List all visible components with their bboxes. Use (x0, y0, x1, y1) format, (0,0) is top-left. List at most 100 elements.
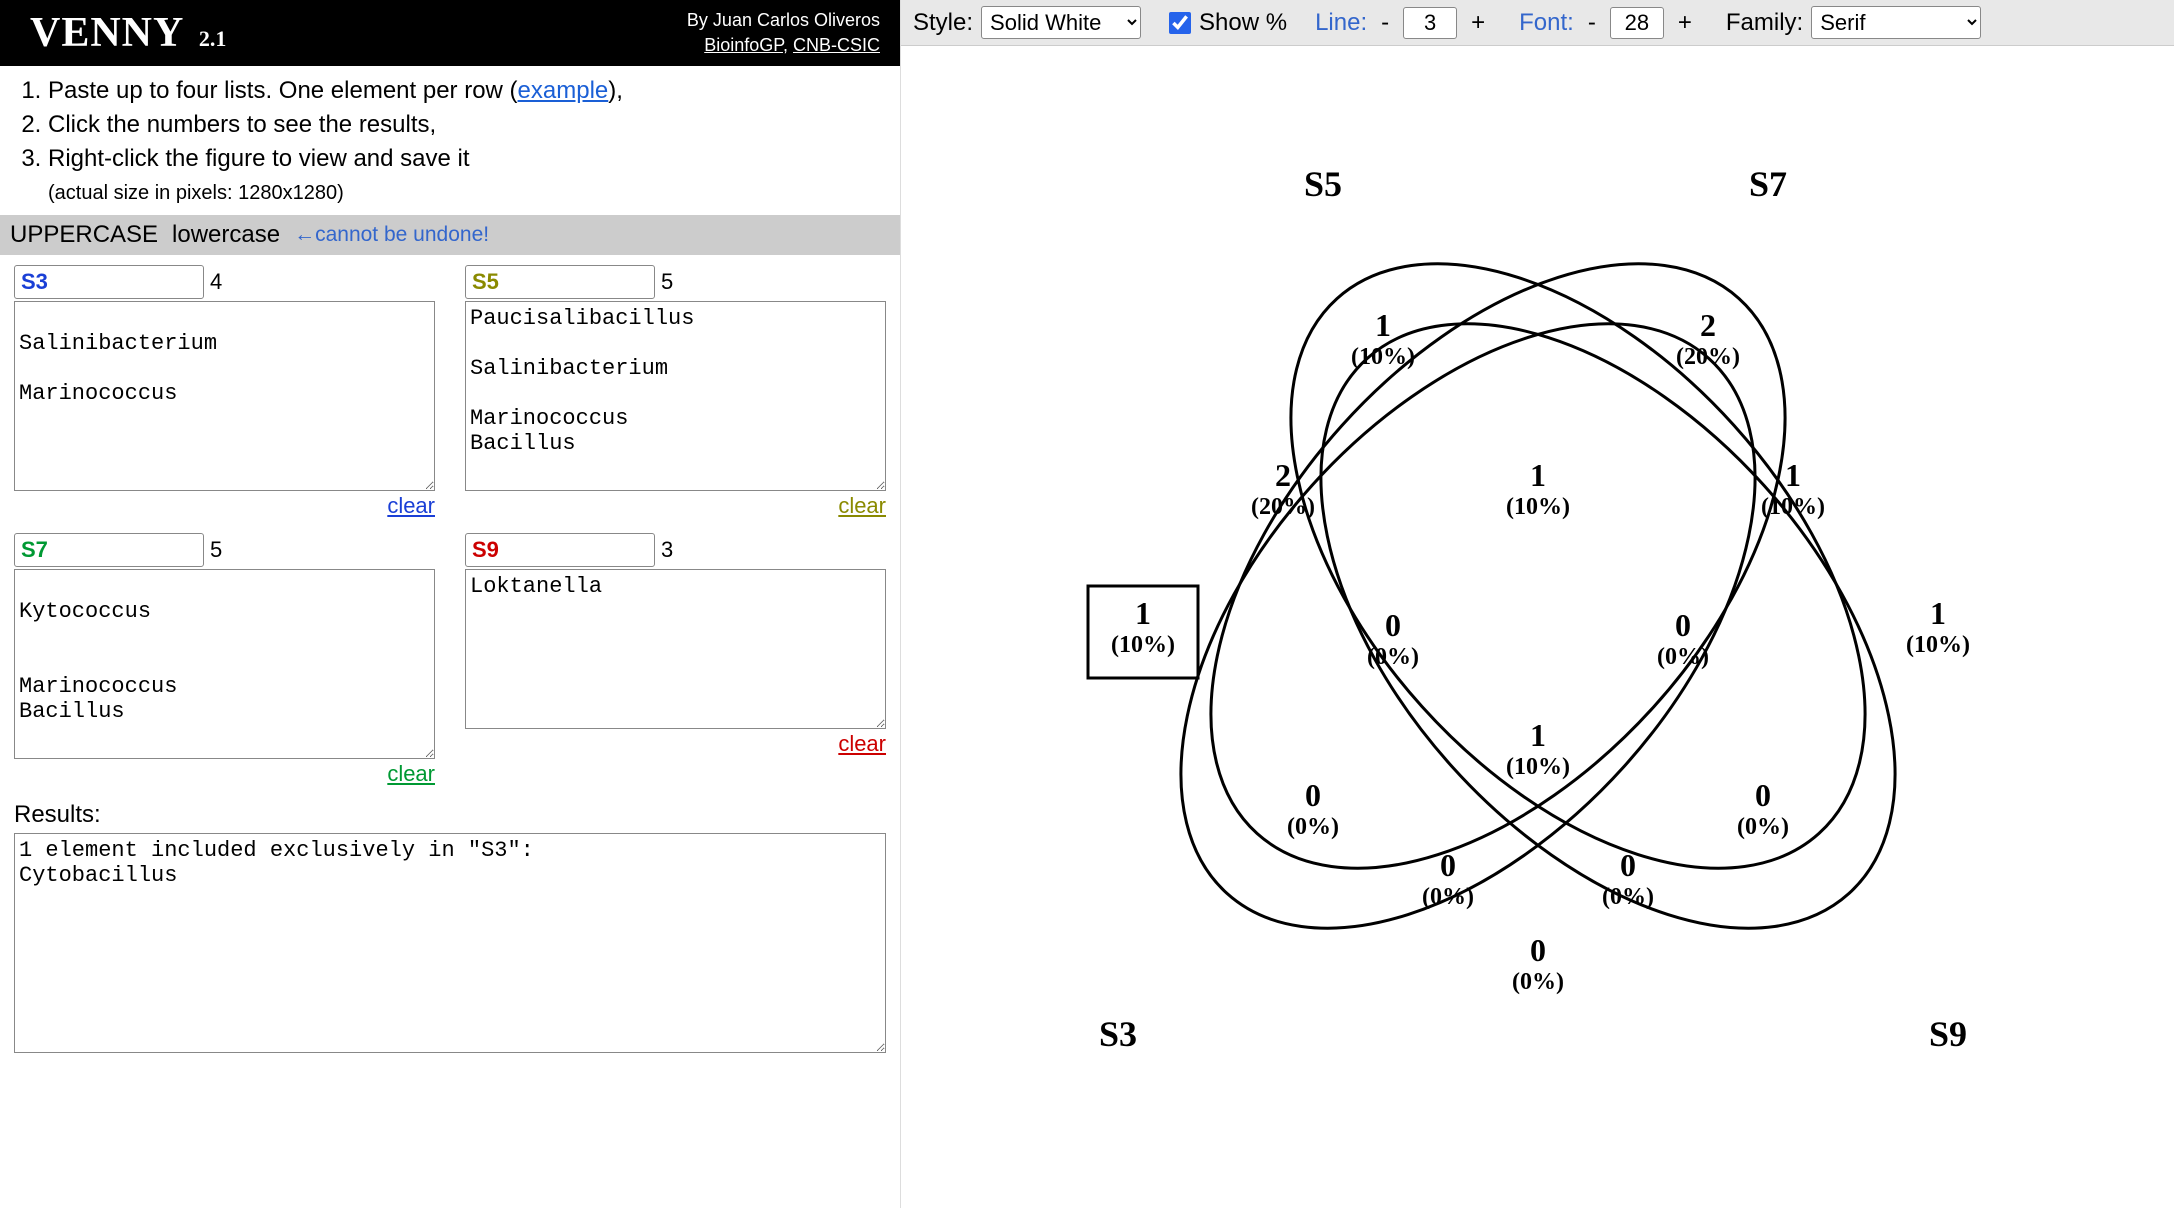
instruction-step-3: Right-click the figure to view and save … (48, 142, 880, 176)
list-name-input-s5[interactable] (465, 265, 655, 299)
region-s9-only[interactable]: 1 (10%) (1906, 595, 1970, 658)
set-label-s3: S3 (1098, 1014, 1136, 1054)
bioinfogp-link[interactable]: BioinfoGP (704, 35, 783, 55)
font-label: Font: (1519, 9, 1574, 37)
region-s3-s5-s7[interactable]: 0 (0%) (1367, 607, 1419, 670)
results-section: Results: (0, 797, 900, 1067)
svg-text:(0%): (0%) (1657, 644, 1709, 670)
show-percent-checkbox[interactable] (1169, 12, 1191, 34)
line-group: Line: - + (1315, 7, 1491, 39)
region-s5-only[interactable]: 1 (10%) (1351, 307, 1415, 370)
region-s3-s5[interactable]: 2 (20%) (1251, 457, 1315, 520)
logo-text: VENNY (30, 10, 184, 56)
results-textarea[interactable] (14, 833, 886, 1053)
list-block-s7: 5 clear (14, 533, 435, 787)
svg-text:0: 0 (1530, 932, 1546, 968)
line-minus-button[interactable]: - (1375, 9, 1395, 37)
svg-text:1: 1 (1530, 717, 1546, 753)
font-group: Font: - + (1519, 7, 1698, 39)
region-s3-s9[interactable]: 0 (0%) (1512, 932, 1564, 995)
region-s3-s7-s9[interactable]: 0 (0%) (1737, 777, 1789, 840)
list-name-input-s9[interactable] (465, 533, 655, 567)
region-s3-s5-s9[interactable]: 0 (0%) (1287, 777, 1339, 840)
clear-link-s5[interactable]: clear (465, 493, 886, 519)
example-link[interactable]: example (518, 77, 609, 104)
svg-text:(0%): (0%) (1737, 814, 1789, 840)
svg-text:0: 0 (1675, 607, 1691, 643)
line-width-input[interactable] (1403, 7, 1457, 39)
pixel-size-note: (actual size in pixels: 1280x1280) (48, 179, 880, 207)
svg-text:(0%): (0%) (1367, 644, 1419, 670)
ellipse-s9[interactable] (1211, 218, 2005, 1034)
list-textarea-s7[interactable] (14, 569, 435, 759)
ellipse-s5[interactable] (1101, 158, 1895, 974)
svg-text:2: 2 (1275, 457, 1291, 493)
venn-diagram-area[interactable]: S5 S7 S3 S9 1 (10%) 2 (20%) 2 (20%) 1 (901, 46, 2174, 1208)
ellipse-s7[interactable] (1181, 158, 1975, 974)
region-s7-only[interactable]: 2 (20%) (1676, 307, 1740, 370)
region-all[interactable]: 1 (10%) (1506, 717, 1570, 780)
clear-link-s9[interactable]: clear (465, 731, 886, 757)
instruction-step-1: Paste up to four lists. One element per … (48, 74, 880, 108)
list-block-s5: 5 clear (465, 265, 886, 519)
family-label: Family: (1726, 9, 1803, 37)
list-name-input-s7[interactable] (14, 533, 204, 567)
svg-text:(0%): (0%) (1512, 969, 1564, 995)
region-s7-s9[interactable]: 1 (10%) (1761, 457, 1825, 520)
diagram-toolbar: Style: Solid White Show % Line: - + Font… (901, 0, 2174, 46)
results-label: Results: (14, 801, 886, 829)
svg-text:0: 0 (1385, 607, 1401, 643)
list-count-s3: 4 (210, 269, 222, 295)
list-textarea-s3[interactable] (14, 301, 435, 491)
list-textarea-s5[interactable] (465, 301, 886, 491)
svg-text:(10%): (10%) (1761, 494, 1825, 520)
left-panel: VENNY 2.1 By Juan Carlos Oliveros Bioinf… (0, 0, 900, 1208)
case-bar: UPPERCASE lowercase ←cannot be undone! (0, 215, 900, 255)
line-plus-button[interactable]: + (1465, 9, 1491, 37)
svg-text:(10%): (10%) (1906, 632, 1970, 658)
cnb-csic-link[interactable]: CNB-CSIC (793, 35, 880, 55)
byline: By Juan Carlos Oliveros (687, 8, 880, 33)
instructions: Paste up to four lists. One element per … (0, 66, 900, 215)
list-count-s5: 5 (661, 269, 673, 295)
svg-text:1: 1 (1785, 457, 1801, 493)
lists-grid: 4 clear 5 clear 5 clear 3 (0, 255, 900, 797)
list-name-input-s3[interactable] (14, 265, 204, 299)
list-count-s7: 5 (210, 537, 222, 563)
right-panel: Style: Solid White Show % Line: - + Font… (900, 0, 2174, 1208)
header-credits: By Juan Carlos Oliveros BioinfoGP, CNB-C… (687, 8, 880, 58)
font-size-input[interactable] (1610, 7, 1664, 39)
uppercase-button[interactable]: UPPERCASE (10, 221, 158, 249)
showpct-group: Show % (1169, 9, 1287, 37)
region-s3-only[interactable]: 1 (10%) (1111, 595, 1175, 658)
style-select[interactable]: Solid White (981, 6, 1141, 39)
font-plus-button[interactable]: + (1672, 9, 1698, 37)
region-s5-s7[interactable]: 1 (10%) (1506, 457, 1570, 520)
svg-text:(0%): (0%) (1287, 814, 1339, 840)
list-textarea-s9[interactable] (465, 569, 886, 729)
header-bar: VENNY 2.1 By Juan Carlos Oliveros Bioinf… (0, 0, 900, 66)
undo-warning: ←cannot be undone! (294, 223, 489, 247)
list-block-s9: 3 clear (465, 533, 886, 787)
logo-version: 2.1 (199, 26, 227, 51)
svg-text:0: 0 (1305, 777, 1321, 813)
instruction-step-2: Click the numbers to see the results, (48, 108, 880, 142)
family-select[interactable]: Serif (1811, 6, 1981, 39)
svg-text:0: 0 (1620, 847, 1636, 883)
font-minus-button[interactable]: - (1582, 9, 1602, 37)
style-group: Style: Solid White (913, 6, 1141, 39)
clear-link-s3[interactable]: clear (14, 493, 435, 519)
svg-text:(10%): (10%) (1506, 754, 1570, 780)
list-block-s3: 4 clear (14, 265, 435, 519)
ellipse-s3[interactable] (1071, 218, 1865, 1034)
svg-text:2: 2 (1700, 307, 1716, 343)
family-group: Family: Serif (1726, 6, 1981, 39)
clear-link-s7[interactable]: clear (14, 761, 435, 787)
set-label-s7: S7 (1748, 164, 1786, 204)
svg-text:(10%): (10%) (1111, 632, 1175, 658)
lowercase-button[interactable]: lowercase (172, 221, 280, 249)
region-s5-s7-s9[interactable]: 0 (0%) (1657, 607, 1709, 670)
venn-svg[interactable]: S5 S7 S3 S9 1 (10%) 2 (20%) 2 (20%) 1 (938, 66, 2138, 1166)
svg-text:(10%): (10%) (1506, 494, 1570, 520)
svg-text:(20%): (20%) (1251, 494, 1315, 520)
